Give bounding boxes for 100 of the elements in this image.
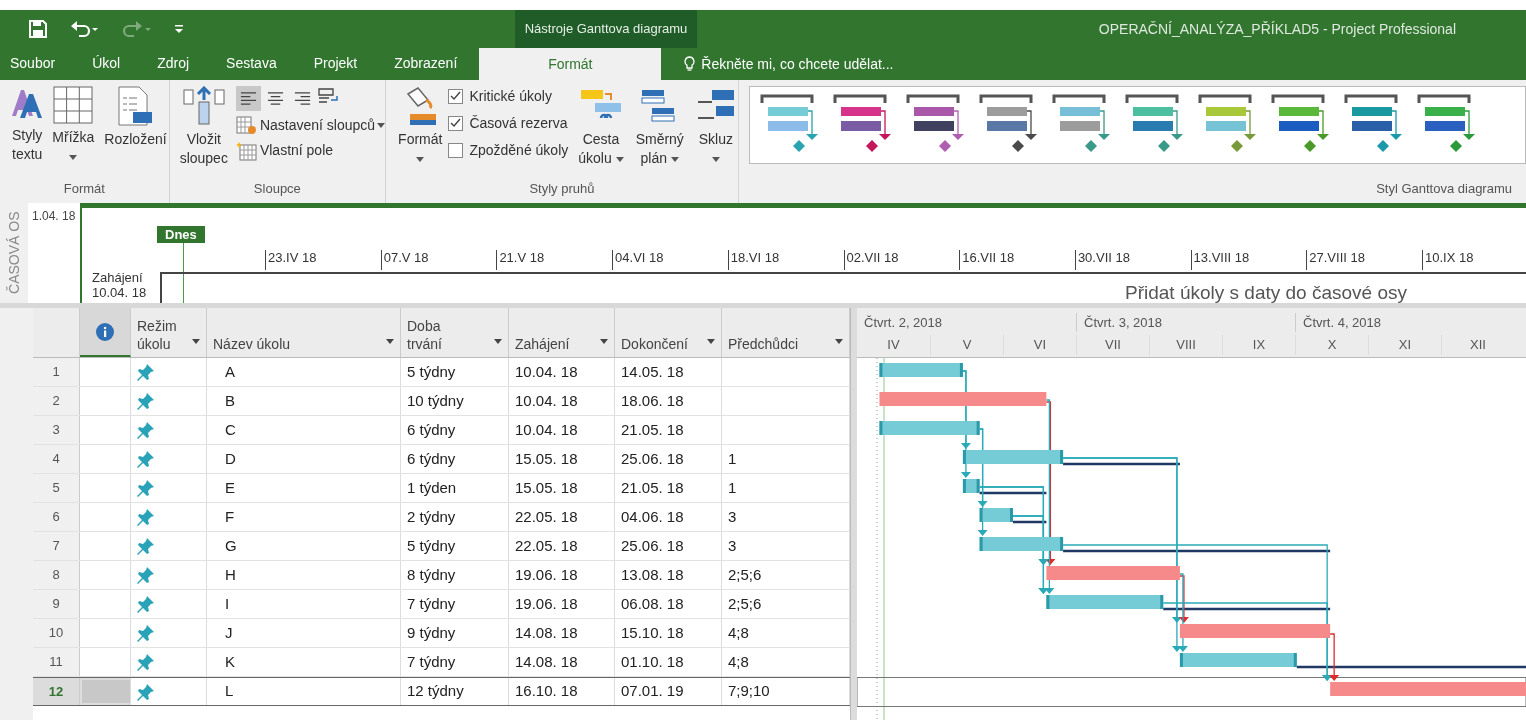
table-row[interactable]: 1 A 5 týdny 10.04. 18 14.05. 18 (33, 358, 850, 387)
pin-icon (137, 537, 155, 555)
style-bar-swatch[interactable] (986, 107, 1027, 116)
insert-column-icon (181, 86, 226, 126)
ribbon-tab[interactable]: Soubor (10, 48, 56, 80)
ribbon-button[interactable]: Nastavení sloupců (235, 115, 386, 136)
style-bar-swatch[interactable] (767, 107, 808, 116)
timeline-tick-label: 04.VI 18 (612, 250, 664, 270)
style-bar-swatch[interactable] (1278, 107, 1319, 116)
table-row[interactable]: 6 F 2 týdny 22.05. 18 04.06. 18 3 (33, 503, 850, 532)
grid-icon (53, 86, 94, 124)
ribbon-button[interactable]: Skluz (696, 130, 735, 168)
style-bar-swatch[interactable] (1205, 107, 1246, 116)
style-bar-swatch[interactable] (840, 121, 881, 131)
table-row[interactable]: 5 E 1 týden 15.05. 18 21.05. 18 1 (33, 474, 850, 503)
table-row[interactable]: 4 D 6 týdny 15.05. 18 25.06. 18 1 (33, 445, 850, 474)
table-cell: H (207, 561, 401, 589)
style-bar-swatch[interactable] (840, 107, 881, 116)
row-number: 10 (33, 619, 80, 647)
table-row[interactable]: 8 H 8 týdny 19.06. 18 13.08. 18 2;5;6 (33, 561, 850, 590)
style-arrow-swatch (1170, 110, 1183, 140)
column-header[interactable]: Zahájení (509, 308, 615, 357)
style-arrow-swatch (1024, 110, 1037, 140)
checkbox-option[interactable]: Časová rezerva (448, 113, 569, 134)
timescale-label: IX (1222, 335, 1295, 355)
ribbon-tab[interactable]: Formát (479, 48, 662, 80)
align-button[interactable] (235, 86, 261, 111)
table-cell: A (207, 358, 401, 386)
table-row[interactable]: 11 K 7 týdny 14.08. 18 01.10. 18 4;8 (33, 648, 850, 677)
ribbon-button[interactable]: Cesta úkolu (576, 130, 626, 168)
table-cell: 07.01. 19 (615, 678, 722, 705)
bracket-icon (760, 94, 814, 103)
ribbon-button[interactable]: Rozložení (102, 130, 169, 149)
timescale-label: VI (1003, 335, 1076, 355)
style-bar-swatch[interactable] (913, 107, 954, 116)
pin-icon (137, 595, 155, 613)
tell-me-field[interactable]: Řekněte mi, co chcete udělat... (701, 53, 894, 75)
gantt-bar[interactable] (879, 363, 963, 377)
timeline-tick-label: 27.VIII 18 (1306, 250, 1365, 270)
customize-icon[interactable] (174, 23, 184, 35)
table-row[interactable]: 9 I 7 týdny 19.06. 18 06.08. 18 2;5;6 (33, 590, 850, 619)
timeline-tick-label: 07.V 18 (380, 250, 429, 270)
style-bar-swatch[interactable] (913, 121, 954, 131)
style-bar-swatch[interactable] (1059, 121, 1100, 131)
timescale-label: Čtvrt. 2, 2018 (863, 313, 944, 332)
style-bar-swatch[interactable] (1424, 121, 1465, 131)
style-bar-swatch[interactable] (1351, 107, 1392, 116)
checkbox[interactable] (448, 89, 464, 104)
format-button[interactable]: Formát (396, 130, 445, 168)
column-header[interactable]: Doba trvání (401, 308, 509, 357)
group-label: Formát (62, 180, 106, 198)
table-row[interactable]: 7 G 5 týdny 22.05. 18 25.06. 18 3 (33, 532, 850, 561)
style-bar-swatch[interactable] (1059, 107, 1100, 116)
ribbon-tab[interactable]: Sestava (226, 48, 277, 80)
style-bar-swatch[interactable] (1132, 107, 1173, 116)
style-bar-swatch[interactable] (1205, 121, 1246, 131)
ribbon-button[interactable]: Styly textu (10, 126, 45, 164)
today-marker: Dnes (157, 226, 205, 243)
ribbon-tab[interactable]: Projekt (313, 48, 358, 80)
style-bar-swatch[interactable] (1132, 121, 1173, 131)
table-cell: 7 týdny (401, 648, 509, 676)
table-cell: 6 týdny (401, 416, 509, 444)
ribbon-tab[interactable]: Zdroj (157, 48, 190, 80)
table-cell: 21.05. 18 (615, 416, 722, 444)
style-bar-swatch[interactable] (1424, 107, 1465, 116)
ribbon-button[interactable]: Mřížka (50, 128, 97, 166)
undo-icon[interactable] (70, 20, 100, 38)
gantt-bar[interactable] (879, 421, 980, 435)
table-cell: 8 týdny (401, 561, 509, 589)
redo-icon[interactable] (122, 20, 152, 38)
row-number: 7 (33, 532, 80, 560)
save-icon[interactable] (28, 19, 48, 39)
checkbox[interactable] (448, 116, 464, 131)
table-cell: 7 týdny (401, 590, 509, 618)
table-row[interactable]: 2 B 10 týdny 10.04. 18 18.06. 18 (33, 387, 850, 416)
style-arrow-swatch (1243, 110, 1256, 140)
insert-column-button[interactable]: Vložit sloupec (177, 130, 230, 168)
ribbon-button[interactable]: Směrný plán (633, 130, 686, 168)
style-bar-swatch[interactable] (986, 121, 1027, 131)
column-header[interactable]: Režim úkolu (131, 308, 207, 357)
checkbox-option[interactable]: Zpožděné úkoly (448, 140, 569, 161)
checkbox-option[interactable]: Kritické úkoly (448, 86, 569, 107)
ribbon-tab[interactable]: Úkol (92, 48, 121, 80)
style-bar-swatch[interactable] (1278, 121, 1319, 131)
column-header[interactable]: Dokončení (615, 308, 722, 357)
checkbox[interactable] (448, 143, 464, 158)
table-cell: 1 týden (401, 474, 509, 502)
ribbon-tab[interactable]: Zobrazení (394, 48, 458, 80)
row-number: 9 (33, 590, 80, 618)
pane-splitter[interactable] (850, 308, 857, 720)
style-bar-swatch[interactable] (1351, 121, 1392, 131)
style-bar-swatch[interactable] (767, 121, 808, 131)
table-row[interactable]: 12 L 12 týdny 16.10. 18 07.01. 19 7;9;10 (33, 677, 850, 706)
table-row[interactable]: 3 C 6 týdny 10.04. 18 21.05. 18 (33, 416, 850, 445)
active-cell[interactable] (80, 678, 131, 705)
ribbon-button[interactable]: Vlastní pole (235, 140, 386, 161)
column-header[interactable]: Název úkolu (207, 308, 401, 357)
pin-icon (137, 479, 155, 497)
table-cell: 13.08. 18 (615, 561, 722, 589)
table-row[interactable]: 10 J 9 týdny 14.08. 18 15.10. 18 4;8 (33, 619, 850, 648)
